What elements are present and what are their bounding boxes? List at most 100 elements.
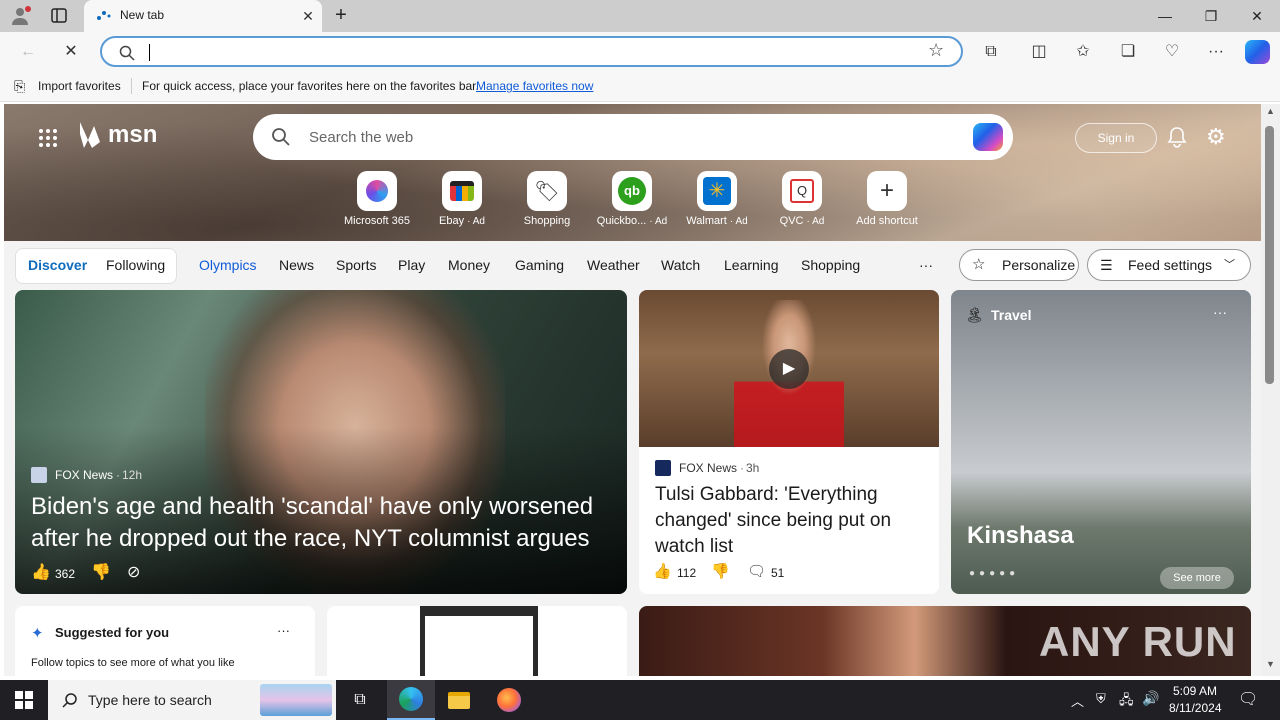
firefox-icon[interactable] [485,680,533,720]
nav-news[interactable]: News [279,257,314,273]
clock-date[interactable]: 8/11/2024 [1169,701,1222,715]
volume-icon[interactable]: 🔊 [1142,690,1159,707]
file-explorer-icon[interactable] [435,680,483,720]
like-icon[interactable]: 👍 [31,562,51,582]
quick-link-shopping[interactable]: 🏷 Shopping [507,171,587,227]
taskbar-search-box[interactable]: Type here to search [48,680,336,720]
msn-logo-text: msn [108,121,158,148]
nav-sports[interactable]: Sports [336,257,376,273]
copilot-icon[interactable] [1245,40,1270,64]
quick-link-microsoft-365[interactable]: Microsoft 365 [337,171,417,227]
qvc-icon: Q [782,171,822,211]
apps-grid-icon[interactable] [38,128,58,151]
tab-following[interactable]: Following [106,257,165,273]
hide-story-icon[interactable]: ⊘ [127,562,140,582]
product-card[interactable] [327,606,627,676]
story-headline[interactable]: Tulsi Gabbard: 'Everything changed' sinc… [655,482,927,560]
nav-watch[interactable]: Watch [661,257,700,273]
tab-discover[interactable]: Discover [28,257,87,273]
scrollbar-thumb[interactable] [1265,126,1274,384]
feed-settings-button[interactable]: ☰ Feed settings ﹀ [1087,249,1251,281]
msn-new-tab-page: msn Search the web Sign in ⚙ Microsoft 3… [4,104,1261,676]
nav-weather[interactable]: Weather [587,257,640,273]
show-hidden-icons-chevron[interactable]: ︿ [1071,691,1084,710]
see-more-button[interactable]: See more [1160,567,1234,589]
nav-more-icon[interactable]: ··· [919,257,933,273]
copilot-search-icon[interactable] [973,123,1003,151]
personalize-button[interactable]: ☆ Personalize [959,249,1079,281]
story-age: 12h [122,468,143,482]
restore-button[interactable]: ❐ [1188,0,1234,32]
nav-money[interactable]: Money [448,257,490,273]
carousel-dots[interactable]: ●●●●● [969,568,1019,579]
notifications-bell-icon[interactable] [1167,126,1187,151]
story-source: FOX News [679,461,738,475]
quick-link-label: Quickbo... [596,215,647,227]
page-scrollbar[interactable]: ▲ ▼ [1261,104,1280,676]
sliders-icon: ☰ [1100,257,1113,273]
back-icon[interactable]: ← [15,40,41,64]
quick-link-add-shortcut[interactable]: + Add shortcut [847,171,927,227]
address-bar[interactable]: ☆ [100,36,963,67]
new-tab-button[interactable]: + [330,4,352,28]
import-favorites-label[interactable]: Import favorites [38,79,121,93]
web-search-placeholder: Search the web [309,129,414,146]
web-search-box[interactable]: Search the web [253,114,1013,160]
top-story-card[interactable]: FOX News · 12h Biden's age and health 's… [15,290,627,594]
quick-link-qvc[interactable]: Q QVC · Ad [762,171,842,227]
card-more-icon[interactable]: ··· [277,623,290,638]
card-more-icon[interactable]: ··· [1213,304,1227,320]
favorites-icon[interactable]: ✩ [1070,40,1096,64]
collections-icon[interactable]: ❏ [1115,40,1141,64]
profile-icon[interactable] [10,6,32,26]
clock-time[interactable]: 5:09 AM [1173,684,1217,698]
close-window-button[interactable]: ✕ [1234,0,1280,32]
suggested-subtitle: Follow topics to see more of what you li… [31,657,235,669]
dislike-icon[interactable]: 👎 [711,562,730,580]
extensions-icon[interactable]: ⧉ [978,40,1004,64]
minimize-button[interactable]: — [1142,0,1188,32]
import-favorites-icon[interactable]: ⎘ [14,78,25,95]
search-icon [272,128,290,146]
settings-more-icon[interactable]: ··· [1203,40,1229,64]
quick-link-ebay[interactable]: Ebay · Ad [422,171,502,227]
msn-logo[interactable]: msn [76,120,157,150]
travel-title[interactable]: Kinshasa [967,522,1074,550]
story-headline[interactable]: Biden's age and health 'scandal' have on… [31,491,621,555]
nav-gaming[interactable]: Gaming [515,257,564,273]
dislike-icon[interactable]: 👎 [91,562,111,582]
manage-favorites-link[interactable]: Manage favorites now [476,79,593,93]
page-settings-gear-icon[interactable]: ⚙ [1206,126,1226,148]
browser-toolbar: ← ✕ ☆ ⧉ ◫ ✩ ❏ ♡ ··· [0,32,1280,72]
travel-card[interactable]: 🏝 Travel ··· Kinshasa ●●●●● See more [951,290,1251,594]
nav-olympics[interactable]: Olympics [199,257,257,273]
notifications-icon[interactable]: 🗨 [1238,689,1258,709]
browser-essentials-icon[interactable]: ♡ [1159,40,1185,64]
task-view-icon[interactable]: ⧉ [336,680,384,720]
sign-in-button[interactable]: Sign in [1075,123,1157,153]
quick-link-label: Microsoft 365 [343,215,411,227]
quick-link-quickbooks[interactable]: qb Quickbo... · Ad [592,171,672,227]
edge-taskbar-icon[interactable] [387,680,435,720]
tab-actions-icon[interactable] [50,7,70,25]
nav-learning[interactable]: Learning [724,257,779,273]
nav-play[interactable]: Play [398,257,425,273]
scroll-up-icon[interactable]: ▲ [1266,106,1275,116]
fox-news-logo [31,467,47,483]
tab-new-tab[interactable]: New tab ✕ [84,0,322,32]
close-tab-icon[interactable]: ✕ [298,6,318,26]
network-icon[interactable]: 🖧 [1119,691,1134,713]
comment-icon[interactable]: 🗨 [747,562,766,580]
scroll-down-icon[interactable]: ▼ [1266,659,1275,669]
like-icon[interactable]: 👍 [653,562,672,580]
favorite-star-icon[interactable]: ☆ [928,40,944,61]
start-button[interactable] [0,680,48,720]
stop-loading-icon[interactable]: ✕ [58,40,84,64]
play-button-icon[interactable]: ▶ [769,349,809,389]
video-story-card[interactable]: ▶ FOX News · 3h Tulsi Gabbard: 'Everythi… [639,290,939,594]
split-screen-icon[interactable]: ◫ [1026,40,1052,64]
nav-shopping[interactable]: Shopping [801,257,860,273]
quick-link-walmart[interactable]: ✳ Walmart · Ad [677,171,757,227]
security-tray-icon[interactable]: ⛨ [1096,691,1106,707]
story-image-card[interactable]: ANY RUN [639,606,1251,676]
